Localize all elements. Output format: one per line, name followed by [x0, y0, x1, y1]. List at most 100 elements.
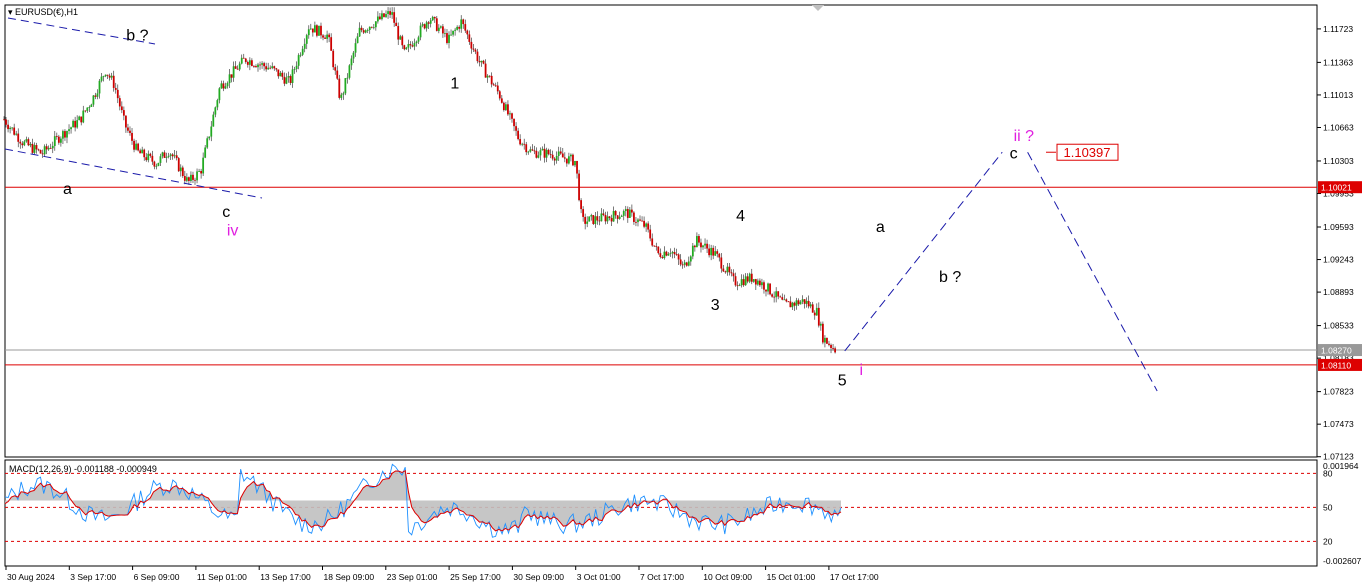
candle-body — [468, 34, 471, 42]
candle-body — [338, 78, 341, 98]
candle-body — [815, 307, 818, 316]
candle-body — [439, 26, 442, 28]
candle-body — [348, 65, 351, 78]
candle-body — [407, 44, 410, 48]
candle-body — [206, 138, 209, 148]
candle-body — [157, 162, 160, 166]
candle-body — [326, 34, 328, 39]
candle-body — [340, 94, 343, 98]
candle-body — [647, 223, 650, 230]
dropdown-arrow-icon[interactable]: ▾ — [8, 7, 13, 17]
wave-label: b ? — [126, 27, 148, 44]
chart-window[interactable]: 1.11723 1.11363 1.11013 1.10663 1.10303 1.099… — [0, 0, 1366, 588]
candle-body — [683, 262, 686, 265]
candle-body — [342, 93, 345, 95]
candle-body — [287, 76, 290, 78]
main-plot-frame — [4, 4, 1318, 458]
candle-body — [356, 36, 359, 44]
candle-body — [693, 245, 696, 248]
candle-body — [76, 120, 79, 128]
x-tick-label: 25 Sep 17:00 — [450, 572, 501, 582]
candle-body — [535, 150, 538, 158]
candle-body — [706, 243, 708, 249]
candle-body — [413, 43, 416, 47]
chart-canvas[interactable]: 1.117231.113631.110131.106631.103031.099… — [0, 0, 1366, 588]
candle-body — [667, 253, 670, 256]
y-tick-label: 1.07823 — [1323, 387, 1354, 397]
candle-body — [502, 102, 505, 111]
candle-body — [533, 150, 536, 152]
candle-body — [96, 93, 99, 97]
candle-body — [395, 22, 398, 27]
candle-body — [437, 27, 440, 31]
candle-body — [598, 220, 601, 222]
candle-body — [738, 285, 741, 286]
candle-body — [139, 150, 142, 154]
candle-body — [224, 86, 227, 89]
candle-body — [5, 119, 7, 125]
candle-body — [657, 246, 660, 254]
candle-body — [31, 143, 34, 153]
candle-body — [675, 254, 678, 255]
candle-body — [90, 104, 93, 108]
candle-body — [153, 161, 156, 167]
candle-body — [748, 273, 751, 282]
candle-body — [553, 158, 556, 161]
candle-body — [759, 280, 761, 286]
candle-body — [23, 141, 26, 146]
candle-body — [811, 304, 814, 313]
candle-body — [283, 76, 286, 84]
candle-body — [645, 223, 648, 227]
candle-body — [809, 304, 812, 307]
candle-body — [805, 300, 808, 304]
candle-body — [765, 289, 767, 292]
candle-body — [238, 63, 241, 70]
candle-body — [714, 251, 717, 256]
candle-body — [641, 220, 643, 222]
candle-body — [618, 216, 621, 219]
candle-body — [795, 300, 798, 306]
candle-body — [419, 25, 422, 38]
x-tick-label: 17 Oct 17:00 — [830, 572, 879, 582]
candle-body — [313, 25, 316, 33]
candle-body — [147, 153, 150, 161]
candle-body — [444, 33, 446, 34]
candle-body — [301, 48, 304, 55]
candle-body — [259, 64, 261, 66]
candle-body — [387, 11, 389, 15]
candle-body — [472, 48, 475, 50]
candle-body — [218, 88, 221, 101]
candle-body — [129, 130, 131, 133]
candle-body — [696, 236, 698, 248]
candle-body — [622, 211, 625, 216]
y-tick-label: 1.08533 — [1323, 321, 1354, 331]
candle-body — [232, 66, 235, 78]
candle-body — [433, 16, 436, 19]
candle-body — [691, 245, 694, 257]
candle-body — [131, 132, 133, 141]
candle-body — [704, 243, 706, 246]
candle-body — [346, 77, 349, 79]
candle-body — [531, 149, 534, 151]
candle-body — [515, 126, 517, 131]
candle-body — [226, 83, 229, 87]
candle-body — [399, 36, 402, 40]
macd-y-tick-label: 20 — [1323, 536, 1333, 546]
candle-body — [653, 245, 656, 247]
candle-body — [411, 45, 414, 47]
x-tick-label: 11 Sep 01:00 — [197, 572, 247, 582]
candle-body — [427, 22, 430, 24]
candle-body — [185, 177, 188, 181]
candle-body — [204, 147, 207, 158]
candle-body — [830, 344, 832, 349]
candle-body — [742, 279, 745, 286]
candle-body — [175, 155, 178, 159]
y-tick-label: 1.07473 — [1323, 419, 1354, 429]
candle-body — [210, 126, 213, 137]
candle-body — [525, 144, 528, 153]
candle-body — [572, 154, 574, 166]
candle-body — [728, 266, 731, 273]
candle-body — [681, 264, 684, 266]
candle-body — [98, 80, 101, 94]
candle-body — [606, 216, 609, 222]
